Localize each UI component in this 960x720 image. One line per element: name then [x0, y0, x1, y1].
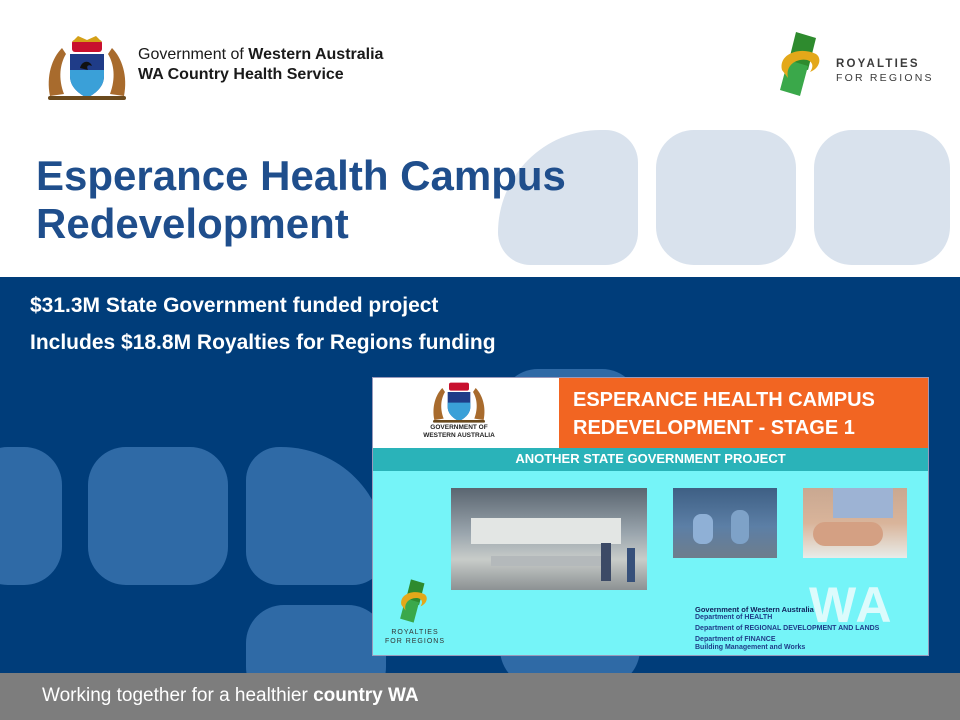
sign-gov-line: Department of HEALTH	[695, 614, 773, 621]
gov-wordmark: Government of Western Australia WA Count…	[138, 45, 383, 85]
sign-photo-theatre	[673, 488, 777, 558]
sign-crest-caption: GOVERNMENT OF WESTERN AUSTRALIA	[409, 424, 509, 440]
sign-gov-block: Government of Western Australia Departme…	[695, 606, 879, 652]
footer-bar: Working together for a healthier country…	[0, 673, 960, 720]
decor-square	[656, 130, 796, 265]
decor-shape	[246, 447, 386, 585]
rfr-line2: FOR REGIONS	[836, 72, 934, 84]
sign-gov-line: Department of FINANCE	[695, 636, 776, 643]
decor-shape	[246, 605, 386, 673]
gov-line1-plain: Government of	[138, 46, 249, 63]
sign-heading: ESPERANCE HEALTH CAMPUS REDEVELOPMENT - …	[573, 386, 875, 442]
rfr-line1: ROYALTIES	[836, 58, 920, 70]
subtitle-line-2: Includes $18.8M Royalties for Regions fu…	[30, 331, 496, 354]
sign-crest-caption-line2: WESTERN AUSTRALIA	[423, 432, 495, 439]
sign-heading-line1: ESPERANCE HEALTH CAMPUS	[573, 389, 875, 411]
sign-photo-corridor	[451, 488, 647, 590]
gov-line2: WA Country Health Service	[138, 66, 344, 83]
project-signboard-image: GOVERNMENT OF WESTERN AUSTRALIA ESPERANC…	[372, 377, 929, 656]
title-line-2: Redevelopment	[36, 200, 349, 247]
decor-shape	[0, 447, 62, 585]
sign-gov-title: Government of Western Australia	[695, 605, 814, 614]
sign-rfr-wordmark: ROYALTIES FOR REGIONS	[383, 628, 447, 646]
page-title: Esperance Health Campus Redevelopment	[36, 152, 676, 248]
decor-shape	[88, 447, 228, 585]
rfr-wordmark: ROYALTIES FOR REGIONS	[836, 57, 934, 85]
wa-government-crest-icon	[48, 36, 126, 100]
sign-gov-line: Building Management and Works	[695, 644, 806, 651]
gov-line1-bold: Western Australia	[248, 46, 384, 63]
royalties-for-regions-logo-icon	[780, 32, 820, 96]
decor-square	[814, 130, 950, 265]
sign-strip-text: ANOTHER STATE GOVERNMENT PROJECT	[515, 451, 786, 466]
subtitle-line-1: $31.3M State Government funded project	[30, 294, 439, 317]
footer-tagline-plain: Working together for a healthier	[42, 685, 314, 706]
sign-gov-line: Department of REGIONAL DEVELOPMENT AND L…	[695, 625, 880, 632]
wa-government-crest-icon	[433, 382, 485, 423]
sign-rfr-line1: ROYALTIES	[391, 629, 439, 636]
footer-tagline: Working together for a healthier country…	[42, 685, 419, 707]
sign-photo-physio	[803, 488, 907, 558]
royalties-for-regions-logo-icon	[400, 579, 427, 623]
footer-tagline-bold: country WA	[313, 685, 419, 706]
sign-rfr-line2: FOR REGIONS	[384, 638, 445, 645]
sign-crest-caption-line1: GOVERNMENT OF	[430, 424, 488, 431]
title-line-1: Esperance Health Campus	[36, 152, 566, 199]
sign-heading-line2: REDEVELOPMENT - STAGE 1	[573, 417, 855, 439]
